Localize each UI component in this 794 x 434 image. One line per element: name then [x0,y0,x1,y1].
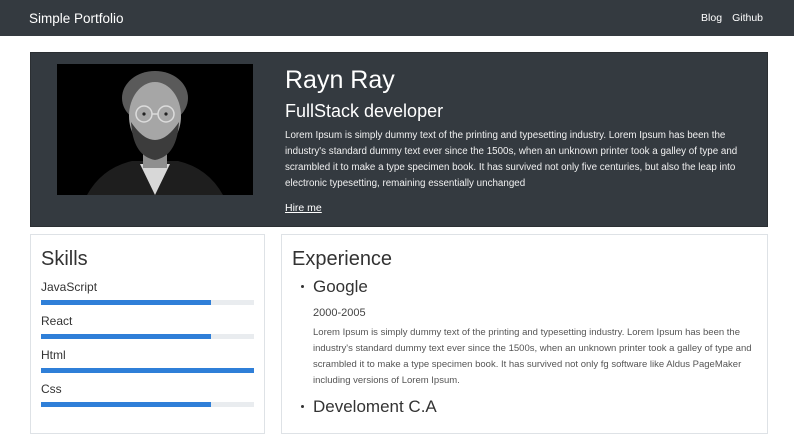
job-item: Google 2000-2005 Lorem Ipsum is simply d… [292,277,753,389]
job-years: 2000-2005 [313,307,366,319]
skill-name: Html [41,348,66,362]
skill-name: JavaScript [41,280,98,294]
nav-link-github[interactable]: Github [732,12,763,24]
bullet-icon [301,405,304,408]
nav-link-blog[interactable]: Blog [701,12,722,24]
nav-links: Blog Github [701,12,763,24]
skill-bar-track [41,334,254,339]
profile-photo [57,64,253,195]
skill-item: React [41,314,254,339]
skills-title: Skills [41,248,88,270]
hero-section: Rayn Ray FullStack developer Lorem Ipsum… [30,52,768,227]
skill-item: JavaScript [41,280,254,305]
experience-card: Experience Google 2000-2005 Lorem Ipsum … [281,234,768,434]
job-company: Google [313,277,368,296]
job-description: Lorem Ipsum is simply dummy text of the … [313,327,752,386]
profile-name: Rayn Ray [285,66,395,94]
skills-card: Skills JavaScript React Html Css [30,234,265,434]
skill-bar-track [41,402,254,407]
job-company: Develoment C.A [313,397,437,416]
skill-bar-track [41,368,254,373]
skill-bar-fill [41,334,212,339]
job-item: Develoment C.A [292,397,753,417]
skill-item: Html [41,348,254,373]
profile-role: FullStack developer [285,101,444,121]
bullet-icon [301,285,304,288]
hero-text: Rayn Ray FullStack developer Lorem Ipsum… [285,65,755,216]
brand-link[interactable]: Simple Portfolio [29,11,124,26]
skill-bar-fill [41,402,212,407]
skill-name: React [41,314,73,328]
profile-bio: Lorem Ipsum is simply dummy text of the … [285,130,738,189]
skill-bar-fill [41,300,212,305]
skill-bar-fill [41,368,254,373]
skill-item: Css [41,382,254,407]
experience-title: Experience [292,248,393,270]
portrait-icon [57,64,253,195]
skill-bar-track [41,300,254,305]
navbar: Simple Portfolio Blog Github [0,0,794,36]
skill-name: Css [41,382,62,396]
hire-me-link[interactable]: Hire me [285,202,322,214]
